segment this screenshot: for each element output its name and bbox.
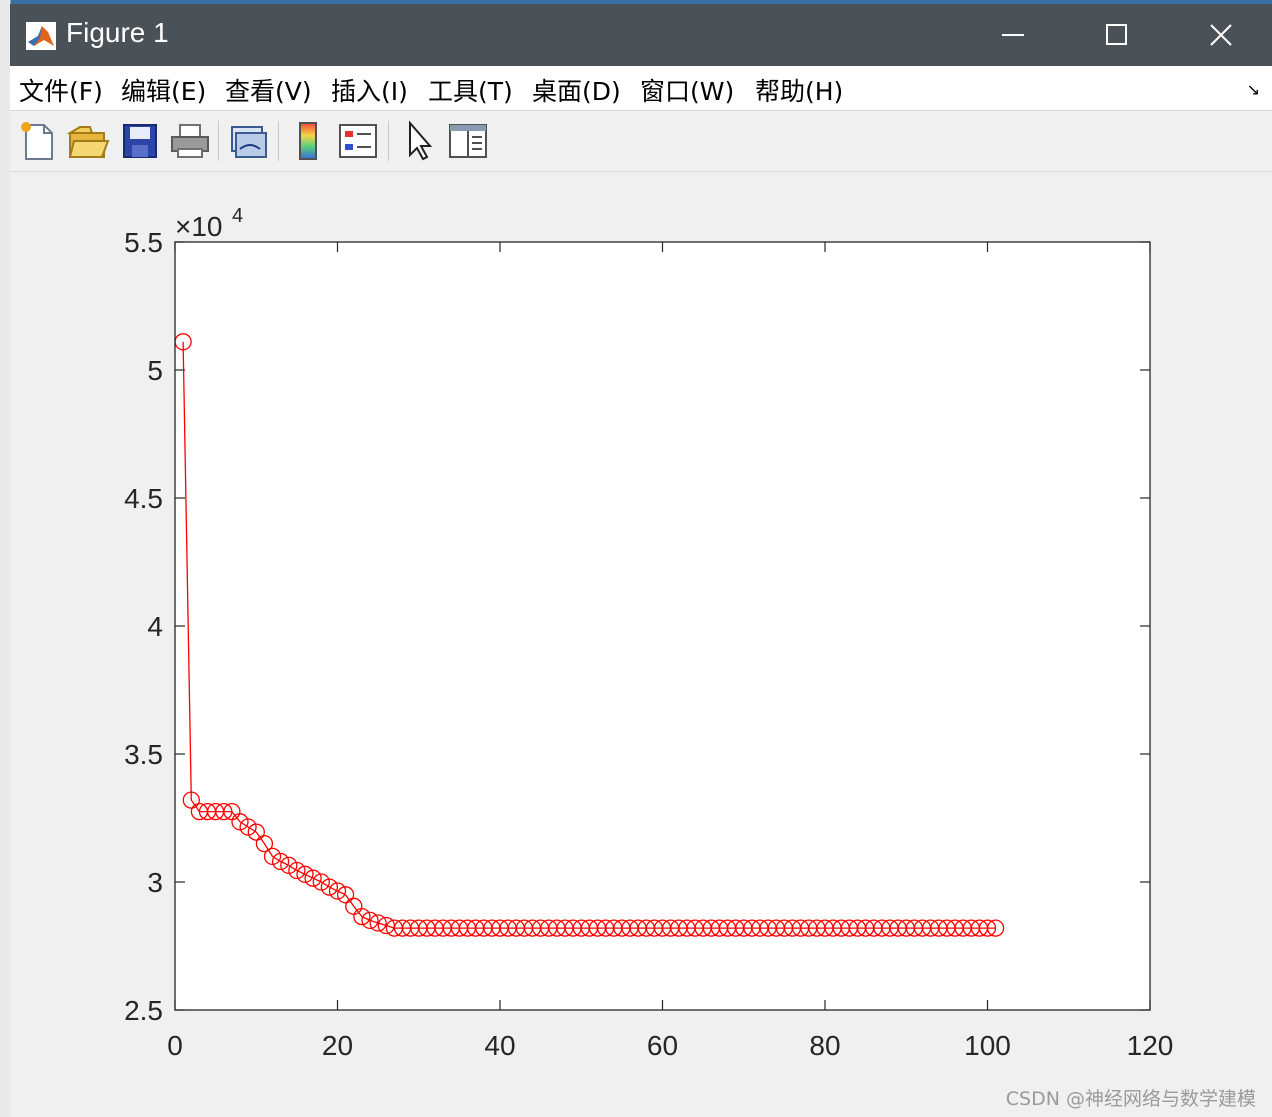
y-tick-label: 3 [147, 867, 163, 898]
y-exponent-power: 4 [232, 205, 243, 227]
y-exponent-base: ×10 [175, 211, 223, 242]
axes-background [175, 242, 1150, 1010]
y-tick-label: 5.5 [124, 227, 163, 258]
x-tick-label: 60 [647, 1030, 678, 1061]
x-tick-label: 40 [484, 1030, 515, 1061]
x-tick-label: 100 [964, 1030, 1011, 1061]
watermark: CSDN @神经网络与数学建模 [1005, 1088, 1256, 1110]
x-tick-label: 120 [1127, 1030, 1174, 1061]
y-tick-label: 3.5 [124, 739, 163, 770]
x-tick-label: 0 [167, 1030, 183, 1061]
y-tick-label: 5 [147, 355, 163, 386]
y-tick-label: 2.5 [124, 995, 163, 1026]
y-exponent-label: ×10 4 [175, 205, 243, 242]
x-tick-label: 20 [322, 1030, 353, 1061]
figure-plot: 0 20 40 60 80 100 120 2.5 3 3.5 4 4.5 5 5.5 ×10 4 [124, 205, 1174, 1061]
y-tick-label: 4.5 [124, 483, 163, 514]
x-tick-label: 80 [809, 1030, 840, 1061]
y-tick-label: 4 [147, 611, 163, 642]
